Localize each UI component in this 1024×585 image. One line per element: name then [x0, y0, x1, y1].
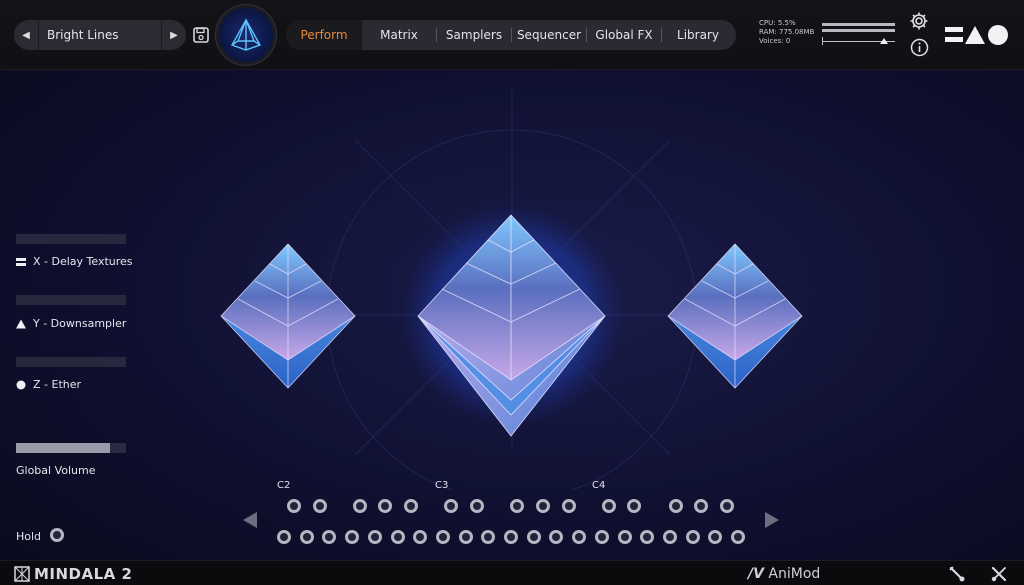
prev-preset-icon[interactable]: ◀ — [14, 20, 38, 50]
black-key[interactable] — [694, 499, 708, 513]
tab-samplers[interactable]: Samplers — [437, 20, 511, 50]
tab-library[interactable]: Library — [662, 20, 734, 50]
animod-logo-icon: /V — [748, 566, 764, 582]
white-key[interactable] — [367, 530, 382, 544]
brand-name: MINDALA 2 — [34, 565, 133, 583]
keyboard-left-icon[interactable] — [243, 512, 257, 528]
white-key[interactable] — [731, 530, 745, 544]
save-icon[interactable] — [192, 26, 210, 44]
tab-global-fx[interactable]: Global FX — [587, 20, 661, 50]
app-window: ◀ Bright Lines ▶ Perform Matrix Samplers… — [0, 0, 1024, 585]
ram-stat: RAM: 775.08MB — [759, 28, 815, 36]
x-crystal[interactable] — [220, 243, 356, 389]
preset-selector: ◀ Bright Lines ▶ — [14, 20, 186, 50]
top-bar: ◀ Bright Lines ▶ Perform Matrix Samplers… — [0, 0, 1024, 70]
octave-label-c2: C2 — [277, 480, 291, 491]
master-volume-handle[interactable] — [880, 38, 888, 44]
keyboard-right-icon[interactable] — [765, 512, 779, 528]
black-key[interactable] — [510, 499, 524, 513]
white-key[interactable] — [708, 530, 723, 544]
cross-tool-icon[interactable] — [990, 565, 1008, 583]
white-key[interactable] — [504, 530, 518, 544]
hold-label: Hold — [16, 530, 42, 543]
cpu-stat: CPU: 5.5% — [759, 19, 796, 27]
tab-perform[interactable]: Perform — [286, 20, 362, 50]
animod-label: AniMod — [768, 566, 821, 582]
black-key[interactable] — [313, 499, 327, 513]
output-meter-right — [822, 29, 895, 32]
brand: MINDALA 2 — [14, 565, 132, 583]
white-key[interactable] — [526, 530, 541, 544]
brand-logo-icon — [14, 566, 30, 582]
system-stats: CPU: 5.5% RAM: 775.08MB Voices: 0 — [759, 19, 814, 46]
black-key[interactable] — [287, 499, 301, 513]
black-key[interactable] — [444, 499, 458, 513]
tab-sequencer[interactable]: Sequencer — [512, 20, 586, 50]
next-preset-icon[interactable]: ▶ — [162, 20, 186, 50]
white-key[interactable] — [662, 530, 677, 544]
xyz-logo-icon — [945, 25, 1008, 45]
black-key[interactable] — [720, 499, 734, 513]
voices-stat: Voices: 0 — [759, 37, 791, 45]
black-key[interactable] — [404, 499, 418, 513]
output-meter-left — [822, 23, 895, 26]
white-key[interactable] — [572, 530, 587, 544]
white-key[interactable] — [549, 530, 564, 544]
black-key[interactable] — [353, 499, 367, 513]
gear-icon[interactable] — [909, 11, 929, 31]
white-key[interactable] — [322, 530, 337, 544]
z-crystal[interactable] — [667, 243, 803, 389]
xyz-performance-pad[interactable] — [0, 70, 1024, 490]
white-key[interactable] — [435, 530, 450, 544]
black-key[interactable] — [627, 499, 641, 513]
info-icon[interactable] — [910, 38, 929, 57]
white-key[interactable] — [413, 530, 428, 544]
preset-name[interactable]: Bright Lines — [39, 28, 161, 42]
black-key[interactable] — [602, 499, 616, 513]
white-key[interactable] — [299, 530, 314, 544]
white-key[interactable] — [685, 530, 700, 544]
white-key[interactable] — [390, 530, 405, 544]
footer-bar: MINDALA 2 /V AniMod — [0, 560, 1024, 585]
white-key[interactable] — [481, 530, 496, 544]
wrench-tool-icon[interactable] — [948, 565, 966, 583]
main-tabs: Perform Matrix Samplers Sequencer Global… — [286, 20, 736, 50]
animod-link[interactable]: /V AniMod — [748, 566, 820, 582]
octave-label-c4: C4 — [592, 480, 606, 491]
black-key[interactable] — [562, 499, 576, 513]
black-key[interactable] — [470, 499, 484, 513]
white-key[interactable] — [640, 530, 655, 544]
pyramid-logo-icon[interactable] — [219, 8, 273, 62]
tab-matrix[interactable]: Matrix — [362, 20, 436, 50]
hold-toggle[interactable] — [50, 528, 64, 542]
black-key[interactable] — [378, 499, 392, 513]
octave-label-c3: C3 — [435, 480, 449, 491]
white-key[interactable] — [345, 530, 360, 544]
white-key[interactable] — [458, 530, 473, 544]
white-key[interactable] — [594, 530, 609, 544]
white-key[interactable] — [617, 530, 632, 544]
black-key[interactable] — [669, 499, 683, 513]
white-key[interactable] — [277, 530, 291, 544]
black-key[interactable] — [536, 499, 550, 513]
